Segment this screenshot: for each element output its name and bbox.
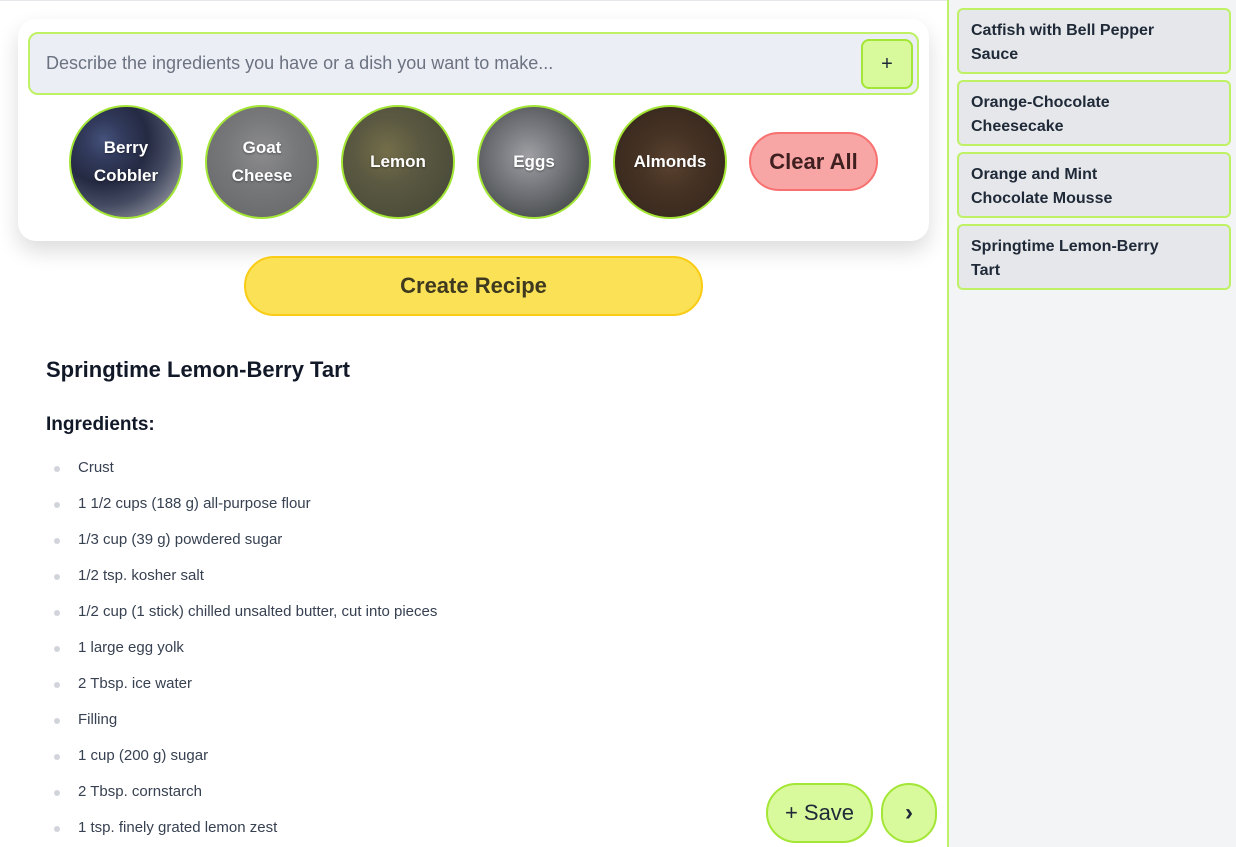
ingredient-item: 1 1/2 cups (188 g) all-purpose flour [54, 486, 437, 522]
ingredient-chip-berry-cobbler[interactable]: Berry Cobbler [69, 105, 183, 219]
ingredient-item: 2 Tbsp. cornstarch [54, 774, 437, 810]
saved-recipe-label: Springtime Lemon-Berry Tart [971, 238, 1159, 279]
ingredient-item: 1/2 cup (1 stick) chilled unsalted butte… [54, 594, 437, 630]
chip-label: Eggs [513, 152, 555, 171]
ingredient-chip-eggs[interactable]: Eggs [477, 105, 591, 219]
chip-label: Goat Cheese [231, 138, 293, 185]
saved-recipe-item[interactable]: Orange and Mint Chocolate Mousse [957, 152, 1231, 218]
ingredient-input-card: + Berry Cobbler Goat Cheese Lemon Eggs A… [18, 19, 929, 241]
saved-recipes-sidebar: Catfish with Bell Pepper Sauce Orange-Ch… [947, 0, 1236, 847]
ingredient-item: 1 tsp. finely grated lemon zest [54, 810, 437, 846]
chip-label: Lemon [370, 152, 426, 171]
clear-all-button[interactable]: Clear All [749, 132, 878, 191]
main-panel: + Berry Cobbler Goat Cheese Lemon Eggs A… [0, 0, 947, 847]
chevron-right-icon: › [905, 799, 913, 826]
saved-recipe-item[interactable]: Springtime Lemon-Berry Tart [957, 224, 1231, 290]
ingredient-item: Crust [54, 450, 437, 486]
ingredient-item: Filling [54, 702, 437, 738]
saved-recipe-label: Catfish with Bell Pepper Sauce [971, 22, 1155, 63]
ingredient-item: 1 cup (200 g) sugar [54, 738, 437, 774]
ingredients-heading: Ingredients: [46, 414, 155, 435]
ingredient-item: 1/2 tsp. kosher salt [54, 558, 437, 594]
prompt-box: + [28, 32, 919, 95]
ingredients-list: Crust 1 1/2 cups (188 g) all-purpose flo… [54, 450, 437, 846]
prompt-input[interactable] [46, 34, 846, 93]
add-ingredient-button[interactable]: + [861, 39, 913, 89]
recipe-title: Springtime Lemon-Berry Tart [46, 357, 350, 382]
ingredient-chip-lemon[interactable]: Lemon [341, 105, 455, 219]
chip-label: Almonds [633, 152, 707, 171]
chip-label: Berry Cobbler [93, 138, 159, 185]
create-recipe-button[interactable]: Create Recipe [244, 256, 703, 316]
saved-recipe-label: Orange and Mint Chocolate Mousse [971, 166, 1113, 207]
next-recipe-button[interactable]: › [881, 783, 937, 843]
ingredient-chip-goat-cheese[interactable]: Goat Cheese [205, 105, 319, 219]
ingredient-item: 2 Tbsp. ice water [54, 666, 437, 702]
saved-recipe-item[interactable]: Catfish with Bell Pepper Sauce [957, 8, 1231, 74]
ingredient-item: 1/3 cup (39 g) powdered sugar [54, 522, 437, 558]
save-recipe-button[interactable]: + Save [766, 783, 873, 843]
ingredient-item: 1 large egg yolk [54, 630, 437, 666]
saved-recipe-label: Orange-Chocolate Cheesecake [971, 94, 1110, 135]
saved-recipe-item[interactable]: Orange-Chocolate Cheesecake [957, 80, 1231, 146]
ingredient-chip-almonds[interactable]: Almonds [613, 105, 727, 219]
